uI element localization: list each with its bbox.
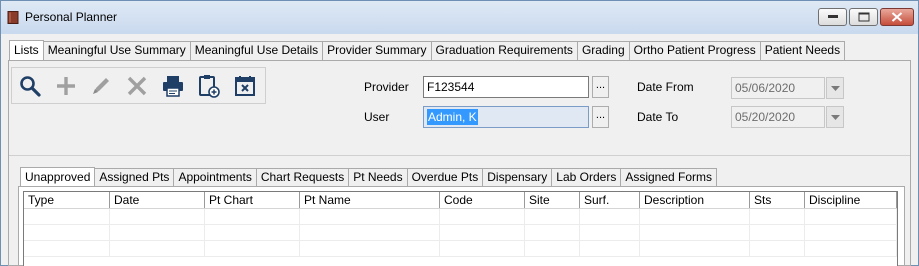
table-cell (440, 225, 525, 240)
tab-assigned-pts[interactable]: Assigned Pts (94, 168, 175, 186)
column-header-pt-name[interactable]: Pt Name (300, 192, 440, 208)
provider-input[interactable]: F123544 (423, 76, 589, 98)
column-header-surf[interactable]: Surf. (580, 192, 640, 208)
main-tab-strip: Lists Meaningful Use Summary Meaningful Us… (9, 40, 846, 60)
date-to-dropdown-button[interactable] (826, 106, 844, 128)
tab-dispensary[interactable]: Dispensary (482, 168, 553, 186)
user-input[interactable]: Admin, K (423, 106, 589, 128)
clipboard-add-icon[interactable] (197, 74, 221, 98)
table-cell (440, 209, 525, 224)
tab-chart-requests[interactable]: Chart Requests (255, 168, 350, 186)
table-cell (24, 225, 110, 240)
column-header-description[interactable]: Description (640, 192, 750, 208)
title-bar[interactable]: Personal Planner (1, 1, 918, 34)
sub-tab-strip: Unapproved Assigned Pts Appointments Chart … (20, 167, 718, 186)
grid-header: Type Date Pt Chart Pt Name Code Site Surf. Desc… (24, 192, 897, 209)
date-to-picker[interactable]: 05/20/2020 (731, 106, 825, 128)
table-row[interactable] (24, 241, 897, 257)
column-header-sts[interactable]: Sts (750, 192, 805, 208)
tab-graduation-requirements[interactable]: Graduation Requirements (430, 41, 578, 60)
table-cell (110, 209, 205, 224)
table-cell (580, 241, 640, 256)
minimize-icon (827, 15, 838, 18)
table-cell (24, 241, 110, 256)
table-cell (525, 241, 580, 256)
tab-overdue-pts[interactable]: Overdue Pts (406, 168, 484, 186)
tab-ortho-patient-progress[interactable]: Ortho Patient Progress (628, 41, 761, 60)
table-cell (440, 241, 525, 256)
close-icon (891, 12, 903, 22)
tab-grading[interactable]: Grading (576, 41, 630, 60)
table-cell (640, 225, 750, 240)
search-icon[interactable] (18, 74, 42, 98)
column-header-site[interactable]: Site (525, 192, 580, 208)
date-from-dropdown-button[interactable] (826, 77, 844, 99)
column-header-type[interactable]: Type (24, 192, 110, 208)
window-title: Personal Planner (25, 10, 118, 24)
table-cell (640, 241, 750, 256)
maximize-button[interactable] (849, 8, 878, 26)
tab-assigned-forms[interactable]: Assigned Forms (620, 168, 718, 186)
toolbar (11, 67, 266, 104)
tab-meaningful-use-details[interactable]: Meaningful Use Details (189, 41, 324, 60)
tab-pt-needs[interactable]: Pt Needs (348, 168, 408, 186)
table-cell (750, 241, 805, 256)
column-header-pt-chart[interactable]: Pt Chart (205, 192, 300, 208)
chevron-down-icon (831, 86, 840, 91)
table-row[interactable] (24, 209, 897, 225)
table-cell (525, 209, 580, 224)
column-header-date[interactable]: Date (110, 192, 205, 208)
table-cell (300, 209, 440, 224)
column-header-discipline[interactable]: Discipline (805, 192, 897, 208)
provider-label: Provider (364, 80, 409, 94)
tab-appointments[interactable]: Appointments (173, 168, 257, 186)
table-cell (205, 225, 300, 240)
user-input-value: Admin, K (427, 109, 478, 125)
table-cell (805, 241, 897, 256)
table-cell (205, 241, 300, 256)
provider-lookup-button[interactable]: ... (592, 76, 609, 98)
tab-unapproved[interactable]: Unapproved (20, 167, 96, 186)
edit-icon[interactable] (89, 74, 113, 98)
table-cell (110, 225, 205, 240)
table-cell (300, 241, 440, 256)
tab-meaningful-use-summary[interactable]: Meaningful Use Summary (42, 41, 191, 60)
date-to-label: Date To (637, 110, 679, 124)
table-cell (805, 209, 897, 224)
date-from-label: Date From (637, 80, 694, 94)
tab-lists[interactable]: Lists (9, 40, 44, 60)
column-header-code[interactable]: Code (440, 192, 525, 208)
table-cell (580, 209, 640, 224)
close-button[interactable] (880, 8, 914, 26)
table-cell (300, 225, 440, 240)
table-row[interactable] (24, 225, 897, 241)
unapproved-grid[interactable]: Type Date Pt Chart Pt Name Code Site Surf. Desc… (23, 191, 898, 266)
table-cell (640, 209, 750, 224)
calendar-remove-icon[interactable] (233, 74, 257, 98)
delete-icon[interactable] (125, 74, 149, 98)
date-from-picker[interactable]: 05/06/2020 (731, 77, 825, 99)
table-cell (750, 225, 805, 240)
table-cell (525, 225, 580, 240)
user-label: User (364, 110, 390, 124)
tab-patient-needs[interactable]: Patient Needs (759, 41, 846, 60)
add-icon[interactable] (54, 74, 78, 98)
user-lookup-button[interactable]: ... (592, 106, 609, 128)
section-divider (9, 155, 910, 156)
tab-lab-orders[interactable]: Lab Orders (551, 168, 622, 186)
tab-provider-summary[interactable]: Provider Summary (322, 41, 432, 60)
table-cell (750, 209, 805, 224)
table-cell (205, 209, 300, 224)
table-cell (110, 241, 205, 256)
table-cell (24, 209, 110, 224)
table-cell (805, 225, 897, 240)
minimize-button[interactable] (818, 8, 847, 26)
print-icon[interactable] (161, 74, 185, 98)
maximize-icon (858, 12, 869, 22)
book-icon (7, 11, 19, 24)
table-cell (580, 225, 640, 240)
chevron-down-icon (831, 115, 840, 120)
